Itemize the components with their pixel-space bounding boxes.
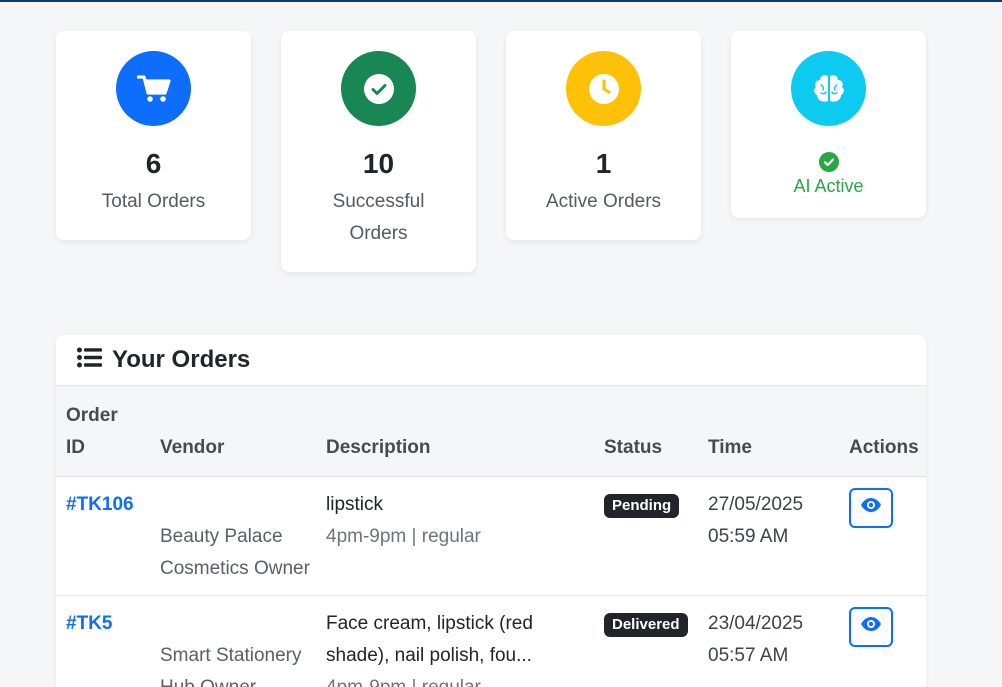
col-description: Description bbox=[316, 386, 594, 477]
order-details: 4pm-9pm | regular bbox=[326, 526, 481, 547]
order-description: Face cream, lipstick (red shade), nail p… bbox=[326, 613, 533, 666]
col-time: Time bbox=[698, 386, 839, 477]
col-vendor: Vendor bbox=[150, 386, 316, 477]
brain-icon bbox=[791, 51, 866, 126]
clock-icon bbox=[566, 51, 641, 126]
status-badge: Delivered bbox=[604, 613, 688, 637]
orders-header: Your Orders bbox=[56, 335, 926, 386]
total-orders-value: 6 bbox=[145, 148, 162, 179]
vendor-name: Smart Stationery Hub Owner bbox=[160, 645, 302, 687]
table-row: #TK5 Smart Stationery Hub Owner Face cre… bbox=[56, 595, 926, 687]
order-date: 27/05/2025 bbox=[708, 494, 804, 515]
active-orders-label: Active Orders bbox=[545, 191, 662, 212]
stat-card-ai-status: AI Active bbox=[731, 31, 926, 218]
orders-panel: Your Orders Order ID Vendor Description … bbox=[56, 335, 926, 687]
ai-status-check-icon bbox=[818, 152, 839, 172]
order-details: 4pm-9pm | regular bbox=[326, 672, 594, 687]
orders-table: Order ID Vendor Description Status Time … bbox=[56, 386, 926, 687]
active-orders-value: 1 bbox=[595, 148, 612, 179]
col-actions: Actions bbox=[839, 386, 926, 477]
stat-card-total-orders: 6 Total Orders bbox=[56, 31, 251, 240]
order-time: 05:57 AM bbox=[708, 645, 789, 666]
stats-row: 6 Total Orders 10 Successful Orders 1 Ac… bbox=[56, 31, 926, 272]
view-order-button[interactable] bbox=[849, 607, 893, 647]
order-time: 05:59 AM bbox=[708, 526, 789, 547]
table-row: #TK106 Beauty Palace Cosmetics Owner lip… bbox=[56, 476, 926, 596]
top-border bbox=[0, 0, 1002, 2]
successful-orders-label: Successful Orders bbox=[332, 191, 425, 244]
eye-icon bbox=[860, 492, 882, 524]
stat-card-active-orders: 1 Active Orders bbox=[506, 31, 701, 240]
order-id-link[interactable]: #TK106 bbox=[66, 489, 150, 521]
vendor-name: Beauty Palace Cosmetics Owner bbox=[160, 526, 310, 579]
col-order-id: Order ID bbox=[56, 386, 150, 477]
ai-status-label: AI Active bbox=[793, 176, 864, 196]
stat-card-successful-orders: 10 Successful Orders bbox=[281, 31, 476, 272]
view-order-button[interactable] bbox=[849, 488, 893, 528]
eye-icon bbox=[860, 611, 882, 643]
orders-title: Your Orders bbox=[112, 346, 251, 373]
col-status: Status bbox=[594, 386, 698, 477]
order-date: 23/04/2025 bbox=[708, 613, 804, 634]
successful-orders-value: 10 bbox=[362, 148, 395, 179]
order-description: lipstick bbox=[326, 494, 384, 515]
total-orders-label: Total Orders bbox=[101, 191, 206, 212]
cart-icon bbox=[116, 51, 191, 126]
check-circle-icon bbox=[341, 51, 416, 126]
list-icon bbox=[77, 347, 102, 373]
status-badge: Pending bbox=[604, 494, 680, 518]
order-id-link[interactable]: #TK5 bbox=[66, 608, 150, 640]
table-header-row: Order ID Vendor Description Status Time … bbox=[56, 386, 926, 477]
